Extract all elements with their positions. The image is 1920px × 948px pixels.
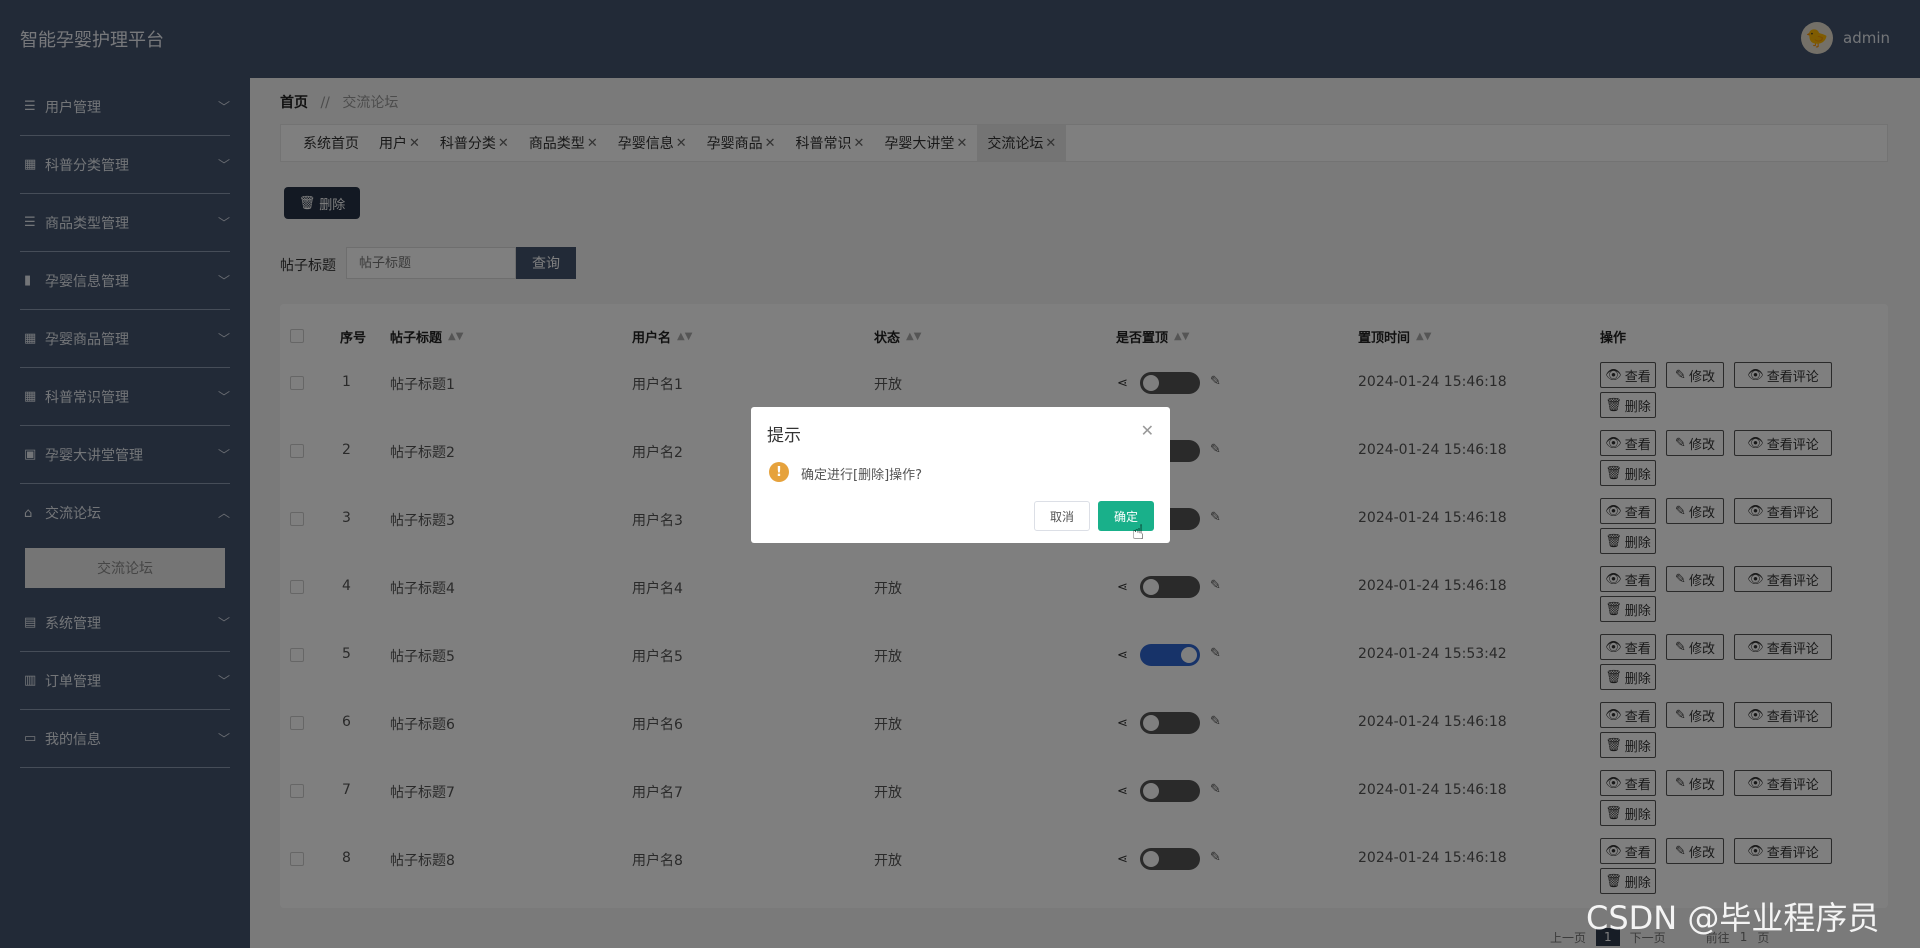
confirm-dialog: 提示 ✕ ! 确定进行[删除]操作? 取消 确定 <box>751 407 1170 543</box>
close-icon[interactable]: ✕ <box>1141 421 1154 440</box>
dialog-confirm-button[interactable]: 确定 <box>1098 501 1154 531</box>
dialog-cancel-button[interactable]: 取消 <box>1034 501 1090 531</box>
watermark: CSDN @毕业程序员 <box>1586 899 1880 937</box>
warning-icon: ! <box>769 462 789 482</box>
dialog-title: 提示 <box>767 426 801 446</box>
hand-cursor-icon: ☝ <box>1132 520 1145 544</box>
dialog-message: 确定进行[删除]操作? <box>801 468 923 483</box>
